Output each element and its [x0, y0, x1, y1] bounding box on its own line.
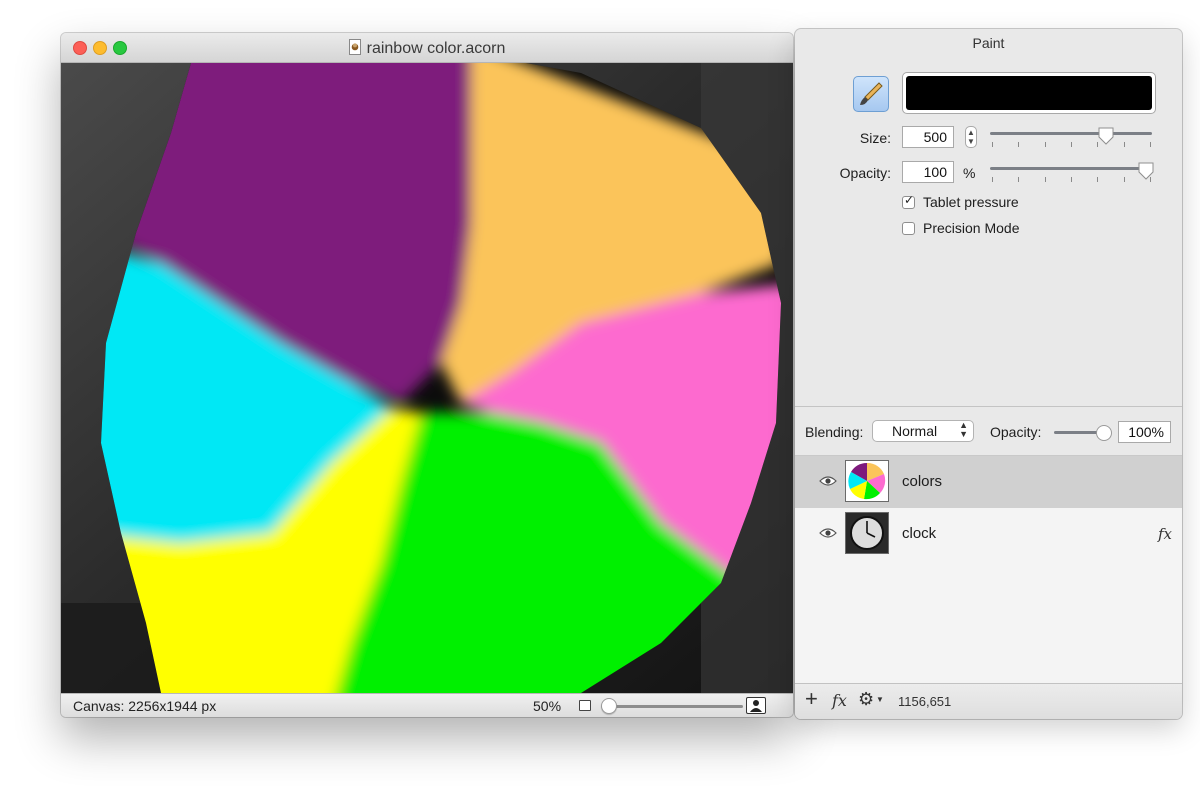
layers-list: colors clock fx: [795, 455, 1182, 684]
layer-opacity-label: Opacity:: [990, 424, 1042, 440]
zoom-slider-knob[interactable]: [600, 698, 617, 714]
opacity-slider[interactable]: [990, 167, 1152, 170]
panel-title: Paint: [972, 35, 1005, 51]
size-slider[interactable]: [990, 132, 1152, 135]
add-layer-icon[interactable]: +: [805, 688, 818, 710]
select-arrows-icon: ▲ ▼: [959, 420, 968, 439]
document-statusbar: Canvas: 2256x1944 px 50%: [61, 693, 793, 717]
opacity-unit: %: [963, 165, 976, 181]
size-label: Size:: [859, 130, 891, 146]
gear-icon[interactable]: ⚙: [858, 689, 874, 710]
brush-color-well[interactable]: [902, 72, 1156, 114]
opacity-slider-ticks: [990, 177, 1152, 182]
document-window: rainbow color.acorn Canvas: 2256x1944 px…: [61, 33, 793, 717]
blending-label: Blending:: [805, 424, 864, 440]
tablet-pressure-checkbox[interactable]: ✓: [902, 193, 915, 209]
canvas-size-info: Canvas: 2256x1944 px: [73, 698, 217, 714]
document-title-text: rainbow color.acorn: [366, 40, 506, 57]
layer-opacity-slider-knob[interactable]: [1096, 425, 1112, 441]
opacity-field[interactable]: 100: [902, 161, 954, 183]
opacity-slider-thumb[interactable]: [1138, 162, 1154, 180]
layer-row-clock[interactable]: clock fx: [795, 508, 1182, 560]
opacity-label: Opacity:: [839, 165, 891, 181]
layer-name-colors: colors: [902, 473, 943, 490]
layer-opacity-field[interactable]: 100%: [1118, 421, 1171, 443]
zoom-level: 50%: [533, 698, 562, 714]
eye-icon[interactable]: [819, 527, 837, 539]
layer-thumbnail-colors: [845, 460, 889, 502]
document-title: rainbow color.acorn: [61, 39, 793, 58]
brush-tool-button[interactable]: [853, 76, 889, 112]
paint-palette-panel: Paint Size: 500 ▲ ▼ Opacity: 100 % ✓ Tabl…: [795, 29, 1182, 719]
acorn-document-icon[interactable]: [348, 39, 361, 55]
precision-mode-checkbox[interactable]: [902, 222, 915, 235]
blending-mode-select[interactable]: Normal ▲ ▼: [872, 420, 974, 442]
zoom-out-icon[interactable]: [579, 700, 591, 711]
size-field[interactable]: 500: [902, 126, 954, 148]
layer-thumbnail-clock: [845, 512, 889, 554]
layer-row-colors[interactable]: colors: [795, 456, 1182, 508]
canvas-artwork: [61, 63, 793, 693]
filters-fx-button[interactable]: fx: [832, 691, 847, 710]
brush-color-swatch: [906, 76, 1152, 110]
image-canvas[interactable]: [61, 63, 793, 693]
size-slider-ticks: [990, 142, 1152, 147]
panel-divider: [795, 406, 1182, 407]
document-titlebar: rainbow color.acorn: [61, 33, 793, 63]
brush-icon: [860, 82, 883, 105]
blending-mode-value: Normal: [892, 423, 938, 439]
tablet-pressure-label: Tablet pressure: [923, 194, 1019, 210]
size-slider-thumb[interactable]: [1098, 127, 1114, 145]
size-stepper[interactable]: ▲ ▼: [965, 126, 977, 148]
zoom-in-icon[interactable]: [746, 697, 766, 714]
layers-footer-toolbar: + fx ⚙ ▼ 1156,651: [795, 683, 1182, 719]
layer-name-clock: clock: [902, 525, 937, 542]
cursor-coordinates: 1156,651: [898, 694, 952, 709]
zoom-slider[interactable]: [601, 705, 743, 708]
precision-mode-label: Precision Mode: [923, 220, 1020, 236]
layer-effects-badge[interactable]: fx: [1158, 525, 1172, 543]
checkmark-icon: ✓: [904, 193, 915, 207]
chevron-down-icon[interactable]: ▼: [876, 695, 884, 704]
eye-icon[interactable]: [819, 475, 837, 487]
